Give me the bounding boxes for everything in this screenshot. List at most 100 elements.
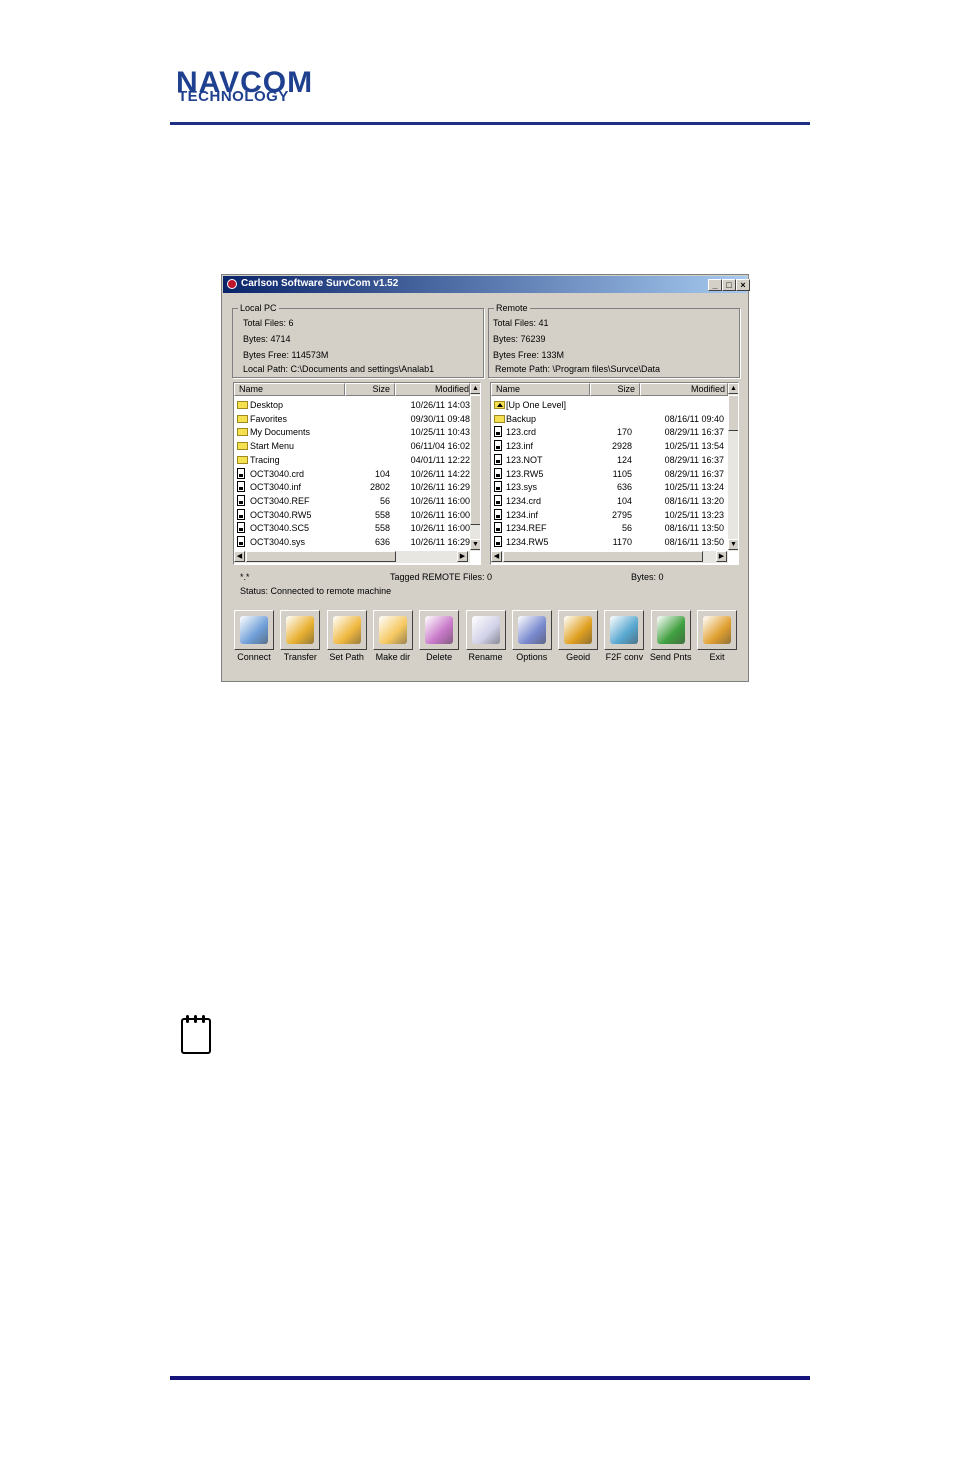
toolbar-label: Options: [516, 652, 548, 662]
scroll-left-icon[interactable]: ◀: [491, 551, 502, 562]
connect-button[interactable]: [234, 610, 274, 650]
file-icon: [237, 536, 245, 547]
remote-hscroll-thumb[interactable]: [503, 551, 703, 562]
file-name: Desktop: [250, 400, 284, 410]
file-icon: [237, 467, 245, 479]
file-name: 123.crd: [506, 427, 537, 438]
file-size: 558: [374, 523, 390, 534]
list-item[interactable]: OCT3040.RW5 558 10/26/11 16:00: [234, 508, 470, 522]
local-hscroll-thumb[interactable]: [246, 551, 396, 562]
list-item[interactable]: OCT3040.inf 2802 10/26/11 16:29: [234, 480, 470, 494]
delete-button[interactable]: [419, 610, 460, 650]
file-modified: 08/16/11 13:20: [664, 495, 724, 506]
file-size: 104: [374, 468, 390, 479]
send-pnts-button[interactable]: [650, 610, 691, 650]
list-item[interactable]: 1234.crd 104 08/16/11 13:20: [491, 494, 727, 508]
make-dir-button[interactable]: [372, 610, 413, 650]
list-item[interactable]: 1234.REF 56 08/16/11 13:50: [491, 521, 727, 535]
list-item[interactable]: Favorites 09/30/11 09:48: [234, 412, 470, 426]
file-name: 1234.inf: [506, 509, 539, 520]
make-dir-icon: [378, 616, 407, 644]
options-button[interactable]: [511, 610, 552, 650]
connect-icon: [240, 616, 268, 644]
status-message: Status: Connected to remote machine: [240, 586, 392, 596]
remote-scroll-thumb[interactable]: [728, 395, 738, 431]
local-pc-label: Local PC: [238, 303, 279, 313]
file-size: 56: [621, 523, 632, 534]
file-icon: [494, 453, 502, 465]
list-item[interactable]: OCT3040.crd 104 10/26/11 14:22: [234, 467, 470, 481]
folder-icon: [237, 455, 248, 464]
file-icon: [237, 481, 245, 493]
list-item[interactable]: Tracing 04/01/11 12:22: [234, 453, 470, 467]
local-col-name[interactable]: Name: [234, 383, 345, 396]
list-item[interactable]: OCT3040.sys 636 10/26/11 16:29: [234, 535, 470, 549]
close-button[interactable]: ×: [736, 279, 750, 291]
local-scroll-thumb[interactable]: [470, 395, 480, 525]
remote-file-list[interactable]: Name Size Modified [Up One Level] Backup 0…: [490, 382, 739, 565]
list-item[interactable]: Desktop 10/26/11 14:03: [234, 398, 470, 412]
remote-col-size[interactable]: Size: [590, 383, 640, 396]
scroll-down-icon[interactable]: ▼: [470, 539, 480, 550]
file-modified: 10/25/11 10:43: [410, 427, 470, 438]
local-total-files: Total Files: 6: [243, 318, 294, 328]
scroll-down-icon[interactable]: ▼: [728, 539, 738, 550]
list-item[interactable]: OCT3040.REF 56 10/26/11 16:00: [234, 494, 470, 508]
list-item[interactable]: 123.RW5 1105 08/29/11 16:37: [491, 467, 727, 481]
file-name: 1234.RW5: [506, 537, 549, 547]
list-item[interactable]: 1234.inf 2795 10/25/11 13:23: [491, 508, 727, 522]
local-horizontal-scrollbar[interactable]: ◀ ▶: [234, 551, 470, 563]
file-modified: 10/26/11 14:03: [410, 400, 470, 410]
geoid-button[interactable]: [558, 610, 599, 650]
file-modified: 08/29/11 16:37: [664, 427, 724, 438]
rename-button[interactable]: [465, 610, 506, 650]
local-vertical-scrollbar[interactable]: ▲ ▼: [470, 383, 480, 551]
scroll-left-icon[interactable]: ◀: [234, 551, 245, 562]
file-name: 123.NOT: [506, 454, 543, 465]
list-item[interactable]: OCT3040.SC5 558 10/26/11 16:00: [234, 521, 470, 535]
toolbar-label: F2F conv: [605, 652, 644, 662]
list-item[interactable]: Backup 08/16/11 09:40: [491, 412, 727, 426]
list-item[interactable]: Start Menu 06/11/04 16:02: [234, 439, 470, 453]
remote-col-modified[interactable]: Modified: [640, 383, 728, 396]
folder-icon: [237, 442, 248, 451]
local-col-size[interactable]: Size: [345, 383, 395, 396]
list-item[interactable]: 123.crd 170 08/29/11 16:37: [491, 425, 727, 439]
local-file-list[interactable]: Name Size Modified Desktop 10/26/11 14:03…: [233, 382, 481, 565]
list-item[interactable]: My Documents 10/25/11 10:43: [234, 425, 470, 439]
maximize-button[interactable]: □: [722, 279, 736, 291]
list-item[interactable]: 123.sys 636 10/25/11 13:24: [491, 480, 727, 494]
file-icon: [494, 481, 502, 493]
local-col-modified[interactable]: Modified: [395, 383, 470, 396]
list-item[interactable]: 1234.RW5 1170 08/16/11 13:50: [491, 535, 727, 549]
list-item[interactable]: 123.inf 2928 10/25/11 13:54: [491, 439, 727, 453]
file-modified: 08/16/11 09:40: [664, 413, 724, 424]
remote-bytes: Bytes: 76239: [493, 334, 546, 344]
scroll-right-icon[interactable]: ▶: [457, 551, 468, 562]
local-bytes-free: Bytes Free: 114573M: [243, 350, 329, 360]
scroll-up-icon[interactable]: ▲: [470, 383, 480, 394]
f2f-conv-button[interactable]: [604, 610, 645, 650]
remote-col-name[interactable]: Name: [491, 383, 590, 396]
transfer-button[interactable]: [280, 610, 321, 650]
up-folder-icon: [494, 401, 505, 409]
list-item[interactable]: 123.NOT 124 08/29/11 16:37: [491, 453, 727, 467]
file-icon: [494, 508, 502, 520]
toolbar-label: Connect: [237, 652, 271, 662]
set-path-button[interactable]: [326, 610, 367, 650]
logo-technology: TECHNOLOGY: [178, 88, 289, 105]
remote-vertical-scrollbar[interactable]: ▲ ▼: [728, 383, 738, 551]
remote-horizontal-scrollbar[interactable]: ◀ ▶: [491, 551, 728, 563]
file-modified: 10/25/11 13:54: [664, 441, 724, 452]
exit-button[interactable]: [697, 610, 737, 650]
scroll-right-icon[interactable]: ▶: [716, 551, 727, 562]
list-item[interactable]: [Up One Level]: [491, 398, 727, 412]
title-bar: Carlson Software SurvCom v1.52 _ □ ×: [223, 276, 750, 293]
minimize-button[interactable]: _: [708, 279, 722, 291]
file-modified: 04/01/11 12:22: [410, 454, 470, 465]
toolbar-label: Geoid: [566, 652, 591, 662]
scroll-up-icon[interactable]: ▲: [728, 383, 738, 394]
tagged-bytes: Bytes: 0: [631, 572, 664, 582]
file-name: Favorites: [250, 413, 288, 424]
geoid-icon: [564, 616, 593, 644]
